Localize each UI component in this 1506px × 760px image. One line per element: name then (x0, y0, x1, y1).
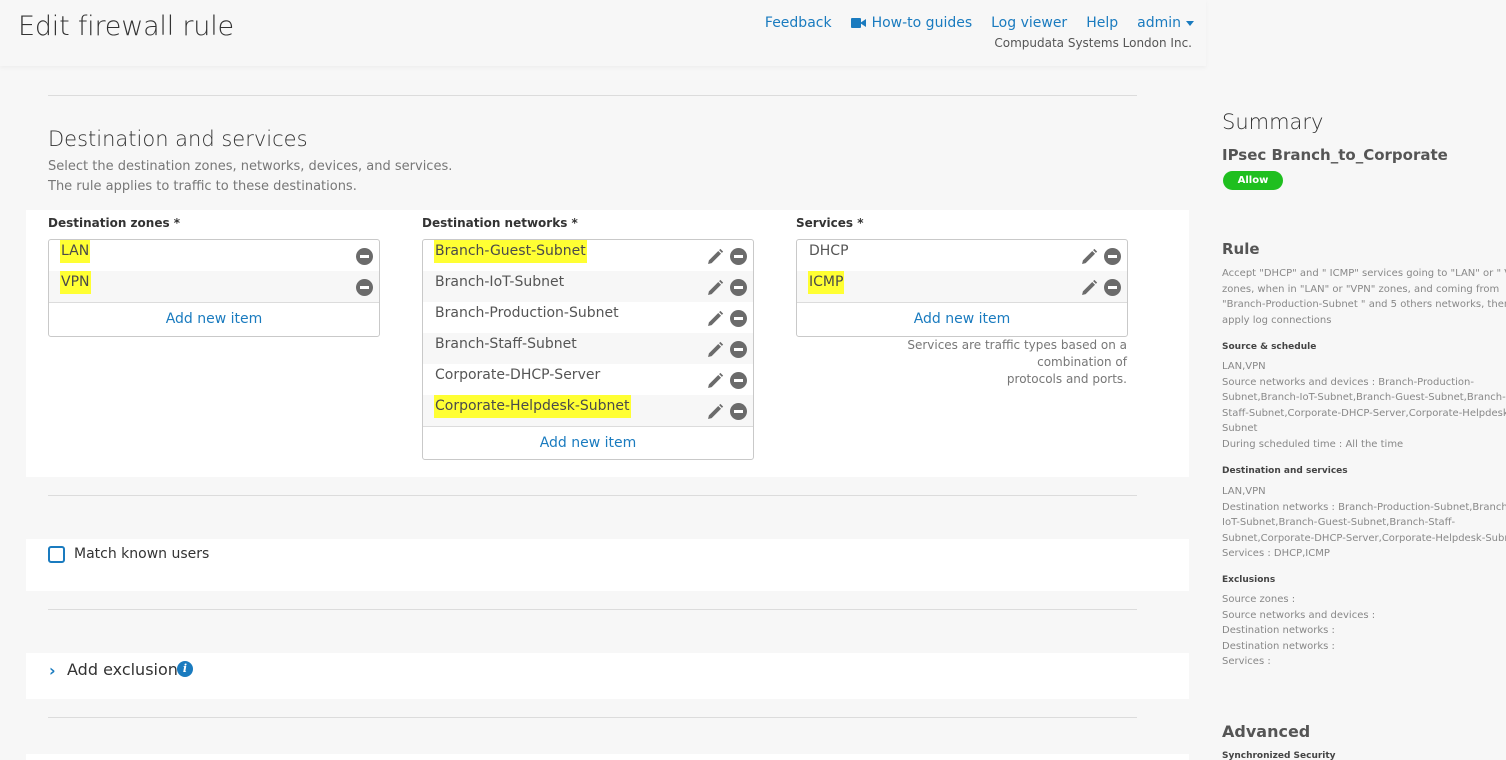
list-item-label: DHCP (809, 243, 849, 259)
divider (48, 95, 1137, 96)
list-item: Branch-Guest-Subnet (423, 240, 753, 271)
howto-guides-link[interactable]: How-to guides (850, 15, 972, 31)
add-zone-button[interactable]: Add new item (49, 302, 379, 335)
destination-networks-label: Destination networks * (422, 216, 578, 230)
divider (48, 717, 1137, 718)
remove-icon[interactable] (730, 279, 747, 296)
services-label: Services * (796, 216, 864, 230)
remove-icon[interactable] (730, 248, 747, 265)
list-item-label: Branch-Guest-Subnet (434, 240, 587, 263)
summary-sidebar: Summary IPsec Branch_to_Corporate Allow … (1222, 0, 1506, 760)
list-item-label: Branch-Staff-Subnet (435, 336, 577, 352)
remove-icon[interactable] (730, 341, 747, 358)
remove-icon[interactable] (1104, 279, 1121, 296)
chevron-right-icon[interactable]: › (49, 661, 56, 680)
summary-source-heading: Source & schedule (1222, 342, 1317, 352)
company-name: Compudata Systems London Inc. (994, 36, 1192, 50)
info-icon[interactable]: i (177, 661, 193, 677)
allow-status-badge: Allow (1223, 171, 1283, 190)
summary-exclusions-heading: Exclusions (1222, 575, 1276, 585)
summary-exclusions-text: Source zones : Source networks and devic… (1222, 594, 1376, 668)
remove-icon[interactable] (356, 279, 373, 296)
list-item: Branch-Staff-Subnet (423, 333, 753, 364)
list-item: DHCP (797, 240, 1127, 271)
remove-icon[interactable] (730, 403, 747, 420)
remove-icon[interactable] (356, 248, 373, 265)
list-item-label: VPN (60, 271, 91, 294)
list-item-label: Corporate-Helpdesk-Subnet (434, 395, 631, 418)
list-item: ICMP (797, 271, 1127, 302)
page-title: Edit firewall rule (18, 11, 234, 42)
list-item-label: LAN (60, 240, 91, 263)
services-list: DHCP ICMP Add new item (796, 239, 1128, 337)
add-exclusion-toggle[interactable]: Add exclusion (67, 660, 178, 679)
page-header: Edit firewall rule Feedback How-to guide… (0, 0, 1206, 66)
summary-advanced-heading: Advanced (1222, 722, 1311, 741)
summary-rule-text: Accept "DHCP" and " ICMP" services going… (1222, 268, 1506, 326)
list-item-label: ICMP (808, 271, 845, 294)
summary-source-text: LAN,VPN Source networks and devices : Br… (1222, 361, 1506, 450)
summary-destination-heading: Destination and services (1222, 466, 1348, 476)
next-panel (26, 754, 1189, 760)
match-known-users-label: Match known users (74, 546, 210, 562)
list-item-label: Corporate-DHCP-Server (435, 367, 601, 383)
feedback-link[interactable]: Feedback (765, 15, 832, 31)
exclusion-panel (26, 653, 1189, 699)
list-item: LAN (49, 240, 379, 271)
top-nav: Feedback How-to guides Log viewer Help a… (765, 15, 1194, 31)
list-item: VPN (49, 271, 379, 302)
list-item-label: Branch-Production-Subnet (435, 305, 619, 321)
remove-icon[interactable] (730, 372, 747, 389)
divider (48, 495, 1137, 496)
remove-icon[interactable] (1104, 248, 1121, 265)
summary-rule-heading: Rule (1222, 240, 1260, 258)
section-description: Select the destination zones, networks, … (48, 159, 453, 194)
destination-networks-list: Branch-Guest-Subnet Branch-IoT-Subnet Br… (422, 239, 754, 460)
admin-menu[interactable]: admin (1137, 15, 1194, 31)
log-viewer-link[interactable]: Log viewer (991, 15, 1067, 31)
add-service-button[interactable]: Add new item (797, 302, 1127, 335)
edit-pencil-icon[interactable] (707, 403, 724, 420)
remove-icon[interactable] (730, 310, 747, 327)
edit-pencil-icon[interactable] (1081, 248, 1098, 265)
add-network-button[interactable]: Add new item (423, 426, 753, 459)
match-known-users-checkbox[interactable] (48, 546, 65, 563)
divider (48, 609, 1137, 610)
edit-pencil-icon[interactable] (707, 341, 724, 358)
destination-zones-label: Destination zones * (48, 216, 181, 230)
help-link[interactable]: Help (1086, 15, 1118, 31)
list-item: Corporate-Helpdesk-Subnet (423, 395, 753, 426)
destination-zones-list: LAN VPN Add new item (48, 239, 380, 337)
summary-sync-security-heading: Synchronized Security (1222, 751, 1336, 760)
edit-pencil-icon[interactable] (1081, 279, 1098, 296)
video-camera-icon (850, 18, 867, 28)
edit-pencil-icon[interactable] (707, 310, 724, 327)
services-help-text: Services are traffic types based on a co… (907, 338, 1127, 386)
chevron-down-icon (1186, 20, 1194, 26)
edit-pencil-icon[interactable] (707, 248, 724, 265)
list-item: Corporate-DHCP-Server (423, 364, 753, 395)
summary-destination-text: LAN,VPN Destination networks : Branch-Pr… (1222, 486, 1506, 560)
summary-title: Summary (1222, 110, 1324, 134)
list-item-label: Branch-IoT-Subnet (435, 274, 565, 290)
section-title-destination: Destination and services (48, 127, 308, 151)
edit-pencil-icon[interactable] (707, 372, 724, 389)
list-item: Branch-Production-Subnet (423, 302, 753, 333)
summary-rule-name: IPsec Branch_to_Corporate (1222, 146, 1448, 164)
edit-pencil-icon[interactable] (707, 279, 724, 296)
list-item: Branch-IoT-Subnet (423, 271, 753, 302)
